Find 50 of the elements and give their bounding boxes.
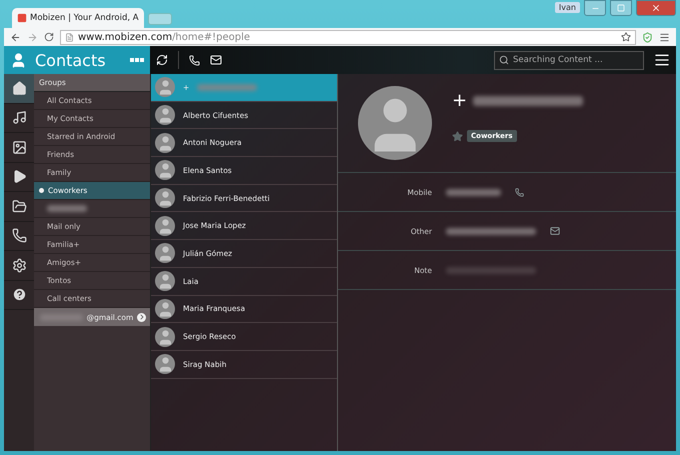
contact-name: +: [452, 90, 468, 111]
tab-title: Mobizen | Your Android, A: [30, 13, 139, 23]
page-icon: [65, 32, 74, 42]
close-icon: [651, 3, 661, 13]
search-field[interactable]: Searching Content ...: [494, 50, 644, 70]
close-button[interactable]: [636, 0, 676, 16]
phone-icon: [12, 228, 26, 244]
refresh-icon[interactable]: [156, 54, 168, 66]
more-icon[interactable]: [130, 58, 144, 62]
star-icon[interactable]: [621, 32, 631, 42]
avatar-icon: [155, 271, 175, 292]
play-icon: [12, 169, 26, 184]
list-icon[interactable]: [654, 52, 670, 68]
home-icon: [12, 80, 26, 96]
logo-icon: [17, 13, 27, 23]
back-icon[interactable]: [10, 32, 21, 42]
reload-icon[interactable]: [44, 32, 54, 42]
browser-tab[interactable]: Mobizen | Your Android, A: [12, 8, 144, 28]
avatar-icon: [155, 354, 175, 374]
avatar-icon: [155, 298, 175, 319]
nav-button[interactable]: [4, 74, 34, 104]
blurred-text: [446, 188, 501, 196]
maximize-icon: [617, 4, 625, 12]
shield-icon[interactable]: [642, 32, 653, 42]
avatar-icon: [155, 132, 175, 153]
avatar-icon: [155, 216, 175, 236]
avatar-icon: [155, 243, 175, 264]
search-icon: [499, 54, 509, 64]
person-icon: [10, 52, 27, 68]
avatar-icon: [155, 326, 175, 347]
help-icon: [12, 287, 26, 302]
mail-icon[interactable]: [550, 226, 560, 236]
folder-icon: [12, 198, 26, 214]
maximize-button[interactable]: [610, 0, 632, 16]
user-button[interactable]: Ivan: [554, 2, 580, 13]
blurred-text: [197, 84, 258, 91]
chevron-icon[interactable]: [137, 312, 146, 322]
star-icon[interactable]: [452, 130, 463, 142]
address-field[interactable]: www.mobizen.com/home#!people: [60, 30, 636, 44]
avatar-icon: [155, 188, 175, 208]
settings-icon: [12, 258, 26, 273]
phone-icon[interactable]: [515, 188, 524, 196]
avatar-icon: [155, 77, 175, 98]
app-title: Contacts: [35, 50, 107, 70]
avatar-icon: [155, 105, 175, 126]
image-icon: [12, 140, 26, 155]
music-icon: [12, 110, 26, 126]
avatar-icon: [155, 160, 175, 180]
menu-icon[interactable]: [659, 32, 670, 42]
blurred-text: [47, 205, 87, 212]
